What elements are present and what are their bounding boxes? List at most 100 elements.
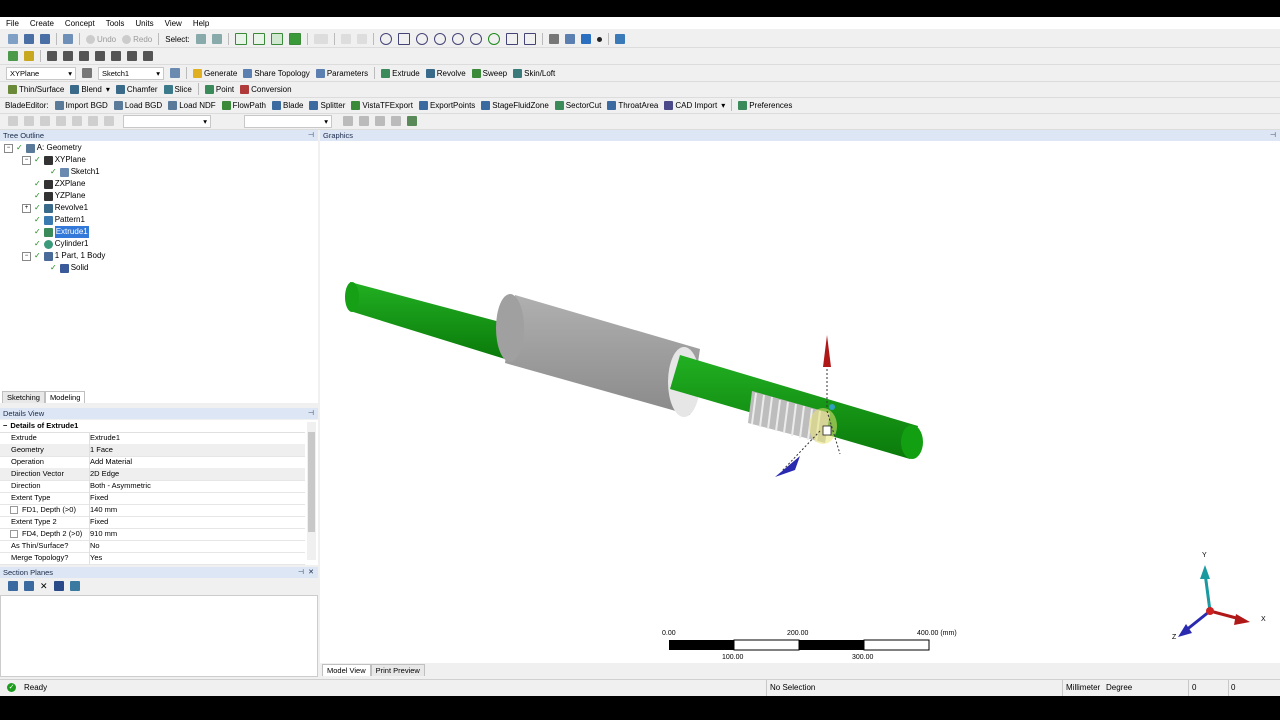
preferences-button[interactable]: Preferences xyxy=(738,100,792,110)
collapse-icon[interactable]: − xyxy=(4,143,13,153)
blade-button[interactable]: Blade xyxy=(272,100,303,110)
tree-node-revolve1[interactable]: + ✓ Revolve1 xyxy=(22,202,88,214)
graphics-viewport[interactable]: 0.00 200.00 400.00 (mm) 100.00 300.00 Y … xyxy=(320,141,1280,663)
zoom-icon[interactable] xyxy=(415,33,428,45)
collapse-icon[interactable]: − xyxy=(22,251,31,261)
triad-icon[interactable] xyxy=(548,34,559,44)
extend-selection-icon[interactable] xyxy=(313,34,328,44)
chamfer-button[interactable]: Chamfer xyxy=(115,84,158,94)
vertex-display-icon[interactable] xyxy=(596,36,602,42)
tab-model-view[interactable]: Model View xyxy=(322,664,371,676)
color-icon[interactable] xyxy=(24,51,34,61)
tab-print-preview[interactable]: Print Preview xyxy=(370,664,425,676)
splitter-button[interactable]: Splitter xyxy=(309,100,345,110)
previous-view-icon[interactable] xyxy=(523,33,536,45)
magnifier-icon[interactable] xyxy=(505,33,518,45)
tree-node-extrude1[interactable]: ✓ Extrude1 xyxy=(34,226,89,238)
parameters-button[interactable]: Parameters xyxy=(315,68,368,78)
tab-sketching[interactable]: Sketching xyxy=(2,391,45,403)
screenshot-icon[interactable] xyxy=(63,34,73,44)
delete-icon[interactable]: ✕ xyxy=(40,581,48,592)
tree-node-pattern1[interactable]: ✓ Pattern1 xyxy=(34,214,85,226)
thin-surface-button[interactable]: Thin/Surface xyxy=(8,84,64,94)
load-bgd-button[interactable]: Load BGD xyxy=(113,100,162,110)
load-ndf-button[interactable]: Load NDF xyxy=(168,100,216,110)
select-filter-icon[interactable] xyxy=(211,34,222,44)
flowpath-button[interactable]: FlowPath xyxy=(221,100,266,110)
pan-icon[interactable] xyxy=(397,33,410,45)
tree-node-yzplane[interactable]: ✓ YZPlane xyxy=(34,190,85,202)
pin-icon[interactable]: ⊣ xyxy=(1270,130,1276,141)
pin-icon[interactable]: ⊣ xyxy=(308,408,314,419)
sketch-select[interactable]: Sketch1 ▾ xyxy=(98,66,164,80)
menu-view[interactable]: View xyxy=(159,19,187,28)
select-edges-icon[interactable] xyxy=(252,33,265,45)
tree-node-xyplane[interactable]: − ✓ XYPlane xyxy=(22,154,86,166)
tab-modeling[interactable]: Modeling xyxy=(44,391,86,403)
menu-concept[interactable]: Concept xyxy=(59,19,100,28)
plane-select[interactable]: XYPlane ▾ xyxy=(6,66,76,80)
extrude-button[interactable]: Extrude xyxy=(381,68,420,78)
sketch-filter-select[interactable]: ▾ xyxy=(123,114,211,128)
details-scrollbar[interactable] xyxy=(307,422,316,560)
display-edges-icon[interactable] xyxy=(614,34,625,44)
new-plane-icon[interactable] xyxy=(47,51,57,61)
detail-row[interactable]: Merge Topology? Yes xyxy=(0,552,305,565)
tool-icon[interactable] xyxy=(407,116,417,126)
throatarea-button[interactable]: ThroatArea xyxy=(607,100,658,110)
zoom-out-icon[interactable] xyxy=(469,33,482,45)
save-icon[interactable] xyxy=(24,34,34,44)
sketch-tools-icon[interactable] xyxy=(127,51,137,61)
save-as-icon[interactable] xyxy=(40,34,50,44)
zoom-fit-all-icon[interactable] xyxy=(487,33,500,45)
blend-button[interactable]: Blend ▾ xyxy=(70,84,110,94)
section-planes-list[interactable] xyxy=(0,595,318,677)
section-settings-icon[interactable] xyxy=(69,581,80,591)
plane-origin-icon[interactable] xyxy=(95,51,105,61)
skin-loft-button[interactable]: Skin/Loft xyxy=(513,68,555,78)
menu-units[interactable]: Units xyxy=(129,19,158,28)
redo-button[interactable]: Redo xyxy=(122,34,152,44)
tree-node-geometry[interactable]: − ✓ A: Geometry xyxy=(4,142,82,154)
select-faces-icon[interactable] xyxy=(270,33,283,45)
import-bgd-button[interactable]: Import BGD xyxy=(54,100,108,110)
point-button[interactable]: Point xyxy=(204,84,234,94)
parameter-checkbox[interactable] xyxy=(10,530,18,538)
vistatfexport-button[interactable]: VistaTFExport xyxy=(351,100,413,110)
parameter-checkbox[interactable] xyxy=(10,506,18,514)
tree-node-cylinder1[interactable]: ✓ Cylinder1 xyxy=(34,238,89,250)
zoom-box-icon[interactable] xyxy=(433,33,446,45)
slice-button[interactable]: Slice xyxy=(163,84,192,94)
undo-button[interactable]: Undo xyxy=(86,34,116,44)
menu-help[interactable]: Help xyxy=(187,19,214,28)
display-plane-icon[interactable] xyxy=(8,51,18,61)
menu-create[interactable]: Create xyxy=(24,19,59,28)
share-topology-button[interactable]: Share Topology xyxy=(243,68,310,78)
zoom-fit-icon[interactable] xyxy=(451,33,464,45)
cad-import-button[interactable]: CAD Import ▾ xyxy=(664,100,725,110)
conversion-button[interactable]: Conversion xyxy=(240,84,292,94)
constraints-icon[interactable] xyxy=(143,51,153,61)
tree-node-zxplane[interactable]: ✓ ZXPlane xyxy=(34,178,85,190)
display-mode-icon[interactable] xyxy=(564,34,575,44)
select-mode-icon[interactable] xyxy=(195,34,206,44)
generate-button[interactable]: Generate xyxy=(193,68,237,78)
scrollbar-thumb[interactable] xyxy=(308,432,315,532)
tree-node-sketch1[interactable]: ✓ Sketch1 xyxy=(50,166,100,178)
pin-icon[interactable]: ⊣ xyxy=(298,567,304,578)
hide-section-icon[interactable] xyxy=(53,581,64,591)
select-bodies-icon[interactable] xyxy=(288,33,301,45)
revolve-button[interactable]: Revolve xyxy=(425,68,466,78)
collapse-icon[interactable]: − xyxy=(22,155,31,165)
box-select-icon[interactable] xyxy=(340,34,351,44)
exportpoints-button[interactable]: ExportPoints xyxy=(418,100,475,110)
select-points-icon[interactable] xyxy=(234,33,247,45)
expand-icon[interactable]: + xyxy=(22,203,31,213)
sweep-button[interactable]: Sweep xyxy=(471,68,507,78)
copy-section-icon[interactable] xyxy=(24,581,34,591)
menu-tools[interactable]: Tools xyxy=(100,19,130,28)
shaded-icon[interactable] xyxy=(580,34,591,44)
look-at-icon[interactable] xyxy=(79,51,89,61)
new-sketch-icon[interactable] xyxy=(170,68,180,78)
new-section-icon[interactable] xyxy=(8,581,18,591)
